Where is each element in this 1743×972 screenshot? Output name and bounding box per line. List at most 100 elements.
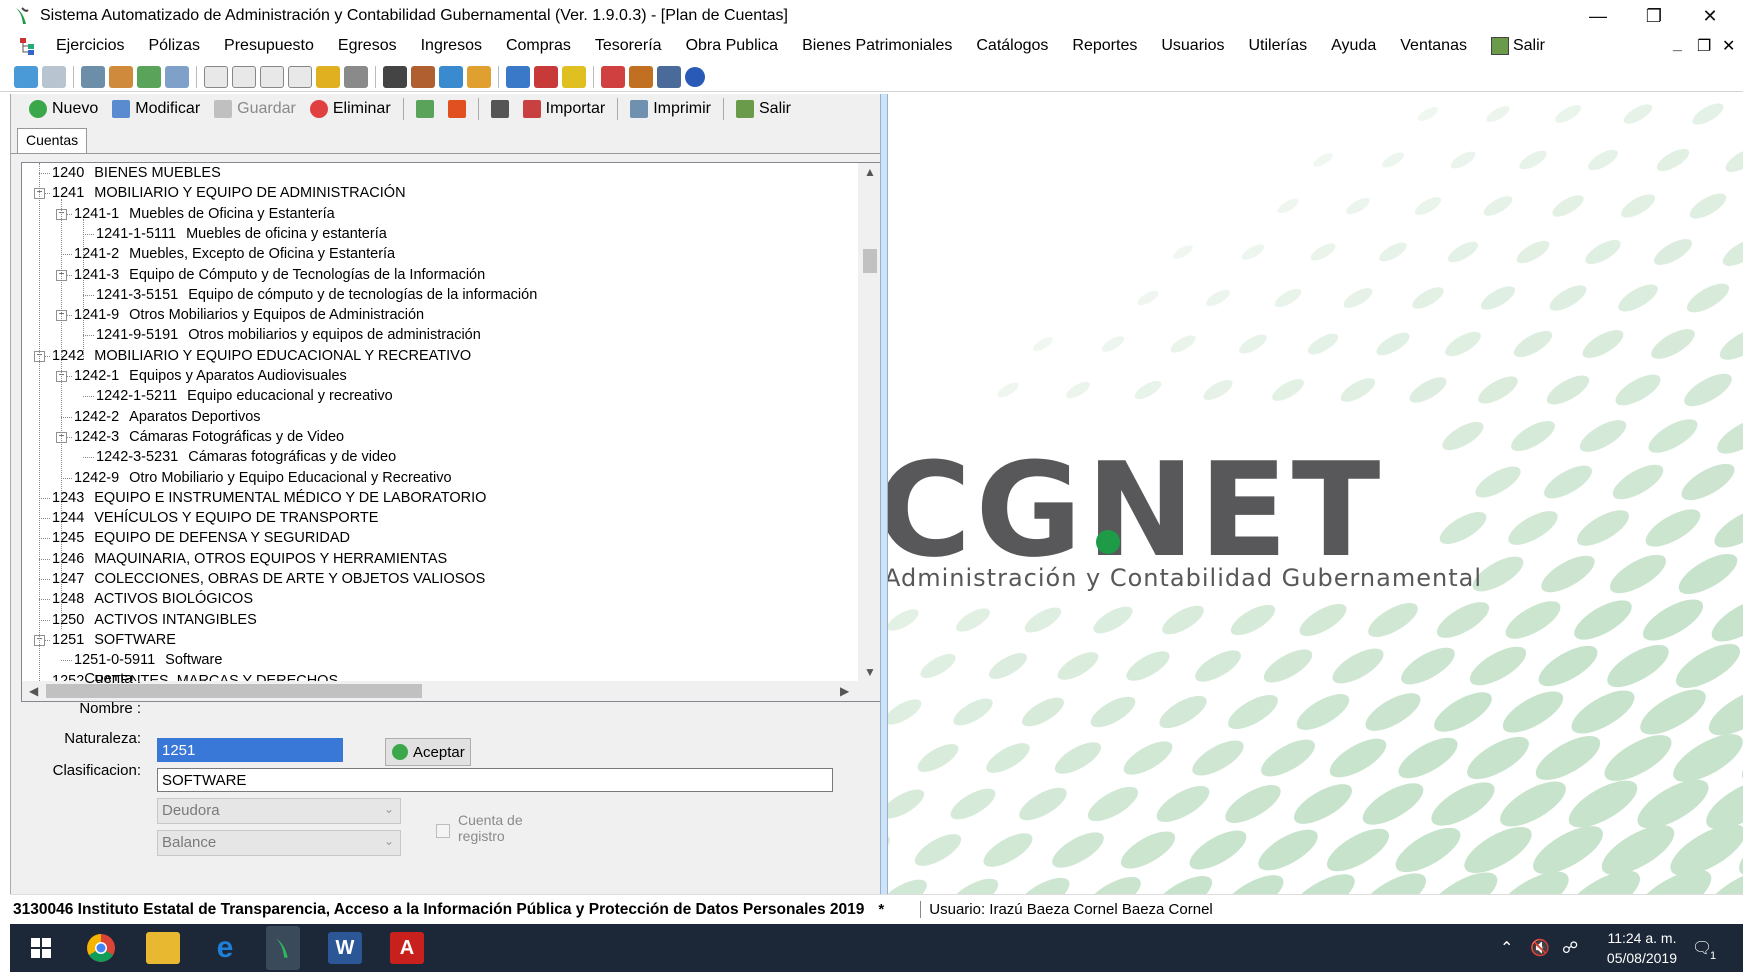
calculator-icon[interactable] xyxy=(657,65,681,88)
users-icon[interactable] xyxy=(629,65,653,88)
cancel-button[interactable] xyxy=(444,100,470,118)
tree-node[interactable]: 1242-1 Equipos y Aparatos Audiovisuales xyxy=(74,366,347,386)
tree-node[interactable]: 1241 MOBILIARIO Y EQUIPO DE ADMINISTRACIÓ… xyxy=(52,183,406,203)
d-icon[interactable] xyxy=(232,65,256,88)
sacg-app-icon[interactable] xyxy=(266,926,300,970)
sync-button[interactable] xyxy=(412,100,438,118)
importar-button[interactable]: Importar xyxy=(519,100,610,118)
tree-node[interactable]: 1241-3 Equipo de Cómputo y de Tecnologías… xyxy=(74,265,485,285)
transfer-icon[interactable] xyxy=(109,65,133,88)
imprimir-button[interactable]: Imprimir xyxy=(626,100,715,118)
grid-icon[interactable] xyxy=(165,65,189,88)
menu-utilerias[interactable]: Utilerías xyxy=(1236,37,1319,55)
tree-node[interactable]: 1241-3-5151 Equipo de cómputo y de tecnol… xyxy=(96,285,537,305)
minimize-button[interactable]: — xyxy=(1570,0,1626,32)
network-icon[interactable]: ☍ xyxy=(1562,938,1578,958)
panel-splitter[interactable] xyxy=(880,94,888,894)
document-icon[interactable] xyxy=(42,65,66,88)
tree-node[interactable]: 1240 BIENES MUEBLES xyxy=(52,163,221,183)
vertical-scroll-thumb[interactable] xyxy=(863,249,877,273)
tree-node[interactable]: 1242-3-5231 Cámaras fotográficas y de vid… xyxy=(96,447,396,467)
accounts-tree[interactable]: 1240 BIENES MUEBLES 1241 MOBILIARIO Y EQUIP… xyxy=(21,162,883,702)
aceptar-button[interactable]: Aceptar xyxy=(385,738,471,766)
chrome-icon[interactable] xyxy=(84,932,118,964)
tree-node[interactable]: 1242-9 Otro Mobiliario y Equipo Educacion… xyxy=(74,468,452,488)
menu-salir[interactable]: Salir xyxy=(1479,37,1557,55)
tree-node[interactable]: 1248 ACTIVOS BIOLÓGICOS xyxy=(52,589,253,609)
cuenta-registro-checkbox[interactable] xyxy=(436,824,450,838)
print-icon[interactable] xyxy=(344,65,368,88)
report-icon[interactable] xyxy=(506,65,530,88)
menu-bienes-patrimoniales[interactable]: Bienes Patrimoniales xyxy=(790,37,964,55)
tree-node[interactable]: 1246 MAQUINARIA, OTROS EQUIPOS Y HERRAMIE… xyxy=(52,549,447,569)
e-icon[interactable] xyxy=(260,65,284,88)
c-icon[interactable] xyxy=(204,65,228,88)
clipboard-icon[interactable] xyxy=(383,65,407,88)
naturaleza-select[interactable]: Deudora ⌄ xyxy=(157,798,401,824)
tree-node[interactable]: 1247 COLECCIONES, OBRAS DE ARTE Y OBJETOS… xyxy=(52,569,485,589)
tree-node[interactable]: 1242-2 Aparatos Deportivos xyxy=(74,407,261,427)
mdi-minimize-button[interactable]: _ xyxy=(1673,36,1682,54)
menu-usuarios[interactable]: Usuarios xyxy=(1149,37,1236,55)
mdi-tree-icon[interactable] xyxy=(18,36,40,56)
folder-icon[interactable] xyxy=(316,65,340,88)
close-button[interactable]: ✕ xyxy=(1682,0,1738,32)
printer-icon[interactable] xyxy=(81,65,105,88)
salir-button[interactable]: Salir xyxy=(732,100,795,118)
speaker-muted-icon[interactable]: 🔇 xyxy=(1530,938,1550,958)
restore-button[interactable]: ❐ xyxy=(1626,0,1682,32)
p-icon[interactable] xyxy=(288,65,312,88)
mdi-close-button[interactable]: ✕ xyxy=(1722,36,1735,56)
menu-polizas[interactable]: Pólizas xyxy=(136,37,212,55)
clock[interactable]: 11:24 a. m. 05/08/2019 xyxy=(1607,928,1677,968)
tree-node[interactable]: 1251-0-5911 Software xyxy=(74,650,222,670)
menu-ayuda[interactable]: Ayuda xyxy=(1319,37,1388,55)
menu-reportes[interactable]: Reportes xyxy=(1060,37,1149,55)
menu-compras[interactable]: Compras xyxy=(494,37,583,55)
windows-start-icon[interactable] xyxy=(24,932,58,964)
box-icon[interactable] xyxy=(467,65,491,88)
tree-node[interactable]: 1241-1-5111 Muebles de oficina y estanter… xyxy=(96,224,387,244)
car-icon[interactable] xyxy=(411,65,435,88)
menu-obra-publica[interactable]: Obra Publica xyxy=(674,37,791,55)
tree-node[interactable]: 1242-1-5211 Equipo educacional y recreati… xyxy=(96,386,393,406)
menu-ventanas[interactable]: Ventanas xyxy=(1388,37,1479,55)
menu-tesoreria[interactable]: Tesorería xyxy=(583,37,674,55)
tree-node[interactable]: 1250 ACTIVOS INTANGIBLES xyxy=(52,610,257,630)
transfer-blue-icon[interactable] xyxy=(439,65,463,88)
word-icon[interactable]: W xyxy=(328,932,362,964)
tree-node[interactable]: 1241-9-5191 Otros mobiliarios y equipos d… xyxy=(96,325,481,345)
nuevo-button[interactable]: Nuevo xyxy=(25,100,102,118)
help-icon[interactable] xyxy=(685,66,705,87)
tree-node[interactable]: 1244 VEHÍCULOS Y EQUIPO DE TRANSPORTE xyxy=(52,508,378,528)
guardar-button[interactable]: Guardar xyxy=(210,100,300,118)
scroll-up-icon[interactable]: ▲ xyxy=(864,165,876,179)
chevron-up-icon[interactable]: ⌃ xyxy=(1500,938,1513,958)
chart-icon[interactable] xyxy=(534,65,558,88)
file-explorer-icon[interactable] xyxy=(146,932,180,964)
menu-egresos[interactable]: Egresos xyxy=(326,37,409,55)
modificar-button[interactable]: Modificar xyxy=(108,100,204,118)
checklist-icon[interactable] xyxy=(137,65,161,88)
vertical-scrollbar[interactable]: ▲ ▼ xyxy=(858,163,882,683)
acrobat-icon[interactable]: A xyxy=(390,932,424,964)
eliminar-button[interactable]: Eliminar xyxy=(306,100,395,118)
menu-catalogos[interactable]: Catálogos xyxy=(964,37,1060,55)
tree-node[interactable]: 1242-3 Cámaras Fotográficas y de Video xyxy=(74,427,344,447)
scroll-down-icon[interactable]: ▼ xyxy=(864,665,876,679)
menu-ingresos[interactable]: Ingresos xyxy=(409,37,494,55)
edge-icon[interactable]: e xyxy=(208,931,242,964)
menu-presupuesto[interactable]: Presupuesto xyxy=(212,37,326,55)
tree-node[interactable]: 1241-9 Otros Mobiliarios y Equipos de Adm… xyxy=(74,305,424,325)
hierarchy-icon[interactable] xyxy=(601,65,625,88)
tree-node[interactable]: 1241-1 Muebles de Oficina y Estantería xyxy=(74,204,335,224)
nombre-input[interactable] xyxy=(157,768,833,792)
mdi-restore-button[interactable]: ❐ xyxy=(1697,36,1711,56)
map-icon[interactable] xyxy=(562,65,586,88)
search-button[interactable] xyxy=(487,100,513,118)
tab-cuentas[interactable]: Cuentas xyxy=(17,128,88,154)
tree-node[interactable]: 1242 MOBILIARIO Y EQUIPO EDUCACIONAL Y RE… xyxy=(52,346,471,366)
horizontal-scrollbar[interactable]: ◀ ▶ xyxy=(22,681,882,701)
refresh-icon[interactable] xyxy=(14,65,38,88)
tree-node[interactable]: 1245 EQUIPO DE DEFENSA Y SEGURIDAD xyxy=(52,528,350,548)
